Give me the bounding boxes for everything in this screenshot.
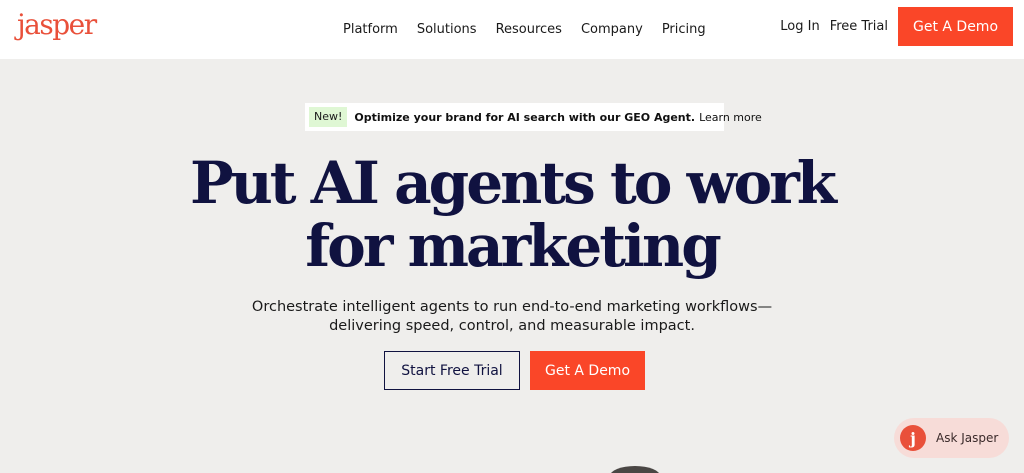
nav-pricing[interactable]: Pricing [662,22,706,37]
new-badge: New! [309,107,348,127]
announcement-text: Optimize your brand for AI search with o… [354,110,696,124]
nav-platform[interactable]: Platform [343,22,398,37]
hero-subtitle-line-2: delivering speed, control, and measurabl… [329,318,695,334]
jasper-chat-icon: j [900,425,926,451]
hero-image-peek [610,466,660,473]
hero-title: Put AI agents to work for marketing [0,152,1024,278]
main-nav: Platform Solutions Resources Company Pri… [343,0,706,59]
get-demo-button[interactable]: Get A Demo [898,7,1013,46]
hero-cta-group: Start Free Trial Get A Demo [384,351,645,390]
login-link[interactable]: Log In [780,19,819,34]
ask-jasper-chat-button[interactable]: j Ask Jasper [894,418,1009,458]
hero-title-line-1: Put AI agents to work [190,149,837,217]
announcement-banner[interactable]: New! Optimize your brand for AI search w… [305,103,762,131]
start-free-trial-button[interactable]: Start Free Trial [384,351,520,390]
hero-get-demo-button[interactable]: Get A Demo [530,351,645,390]
jasper-logo[interactable]: jasper [17,6,97,44]
nav-resources[interactable]: Resources [496,22,562,37]
hero-subtitle-line-1: Orchestrate intelligent agents to run en… [251,299,773,315]
nav-company[interactable]: Company [581,22,643,37]
nav-actions: Log In Free Trial Get A Demo [780,7,1013,46]
hero-title-line-2: for marketing [305,212,722,280]
hero-subtitle: Orchestrate intelligent agents to run en… [0,298,1024,336]
top-navbar: jasper Platform Solutions Resources Comp… [0,0,1024,59]
ask-jasper-label: Ask Jasper [936,431,999,445]
nav-solutions[interactable]: Solutions [417,22,477,37]
free-trial-link[interactable]: Free Trial [830,19,888,34]
learn-more-link[interactable]: Learn more [699,111,762,124]
